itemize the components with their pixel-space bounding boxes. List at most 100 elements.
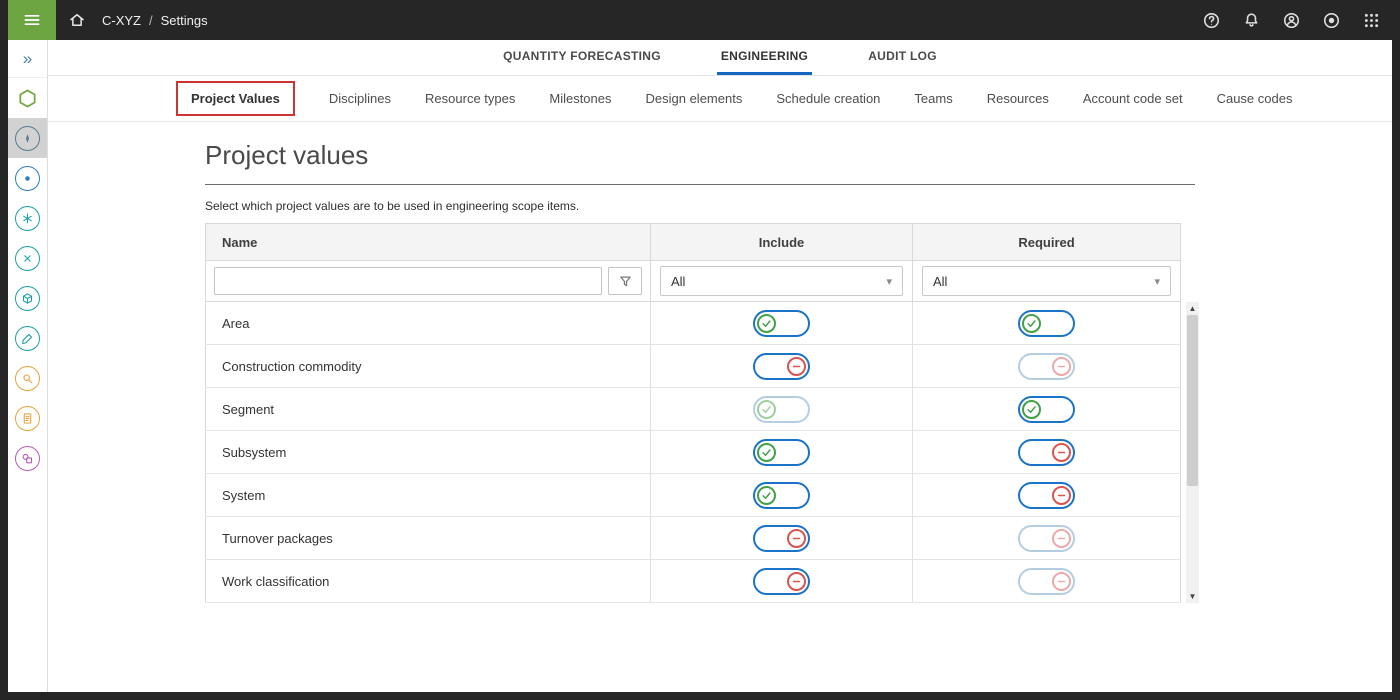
notifications-bell-button[interactable]: [1236, 5, 1266, 35]
main-menu-button[interactable]: [8, 0, 56, 40]
toggle-state-icon: [1022, 314, 1041, 333]
scrollbar-down-arrow[interactable]: ▼: [1186, 590, 1199, 603]
column-header-required: Required: [913, 224, 1181, 261]
window-frame: C-XYZ / Settings » QUANTITY FORECASTING E…: [0, 0, 1400, 700]
page-title: Project values: [205, 140, 1392, 171]
sidebar-item-document[interactable]: [8, 398, 47, 438]
toggle-state-icon: [787, 357, 806, 376]
notifications-bell-icon: [1242, 11, 1261, 30]
sidebar-item-target[interactable]: [8, 158, 47, 198]
required-toggle[interactable]: [1018, 353, 1075, 380]
toggle-state-icon: [757, 486, 776, 505]
include-toggle[interactable]: [753, 525, 810, 552]
breadcrumb-page[interactable]: Settings: [161, 13, 208, 28]
subtab-resources[interactable]: Resources: [987, 91, 1049, 106]
shapes-icon: [21, 452, 34, 465]
scrollbar-track[interactable]: [1186, 315, 1199, 590]
toggle-state-icon: [757, 400, 776, 419]
sidebar-item-magnifier[interactable]: [8, 358, 47, 398]
required-toggle[interactable]: [1018, 310, 1075, 337]
toggle-state-icon: [1052, 529, 1071, 548]
tab-engineering[interactable]: ENGINEERING: [717, 40, 812, 75]
tab-quantity-forecasting[interactable]: QUANTITY FORECASTING: [499, 40, 665, 75]
home-button[interactable]: [56, 0, 98, 40]
sidebar-item-cross[interactable]: [8, 238, 47, 278]
settings-tabs: Project Values Disciplines Resource types M…: [48, 76, 1392, 122]
subtab-cause-codes[interactable]: Cause codes: [1217, 91, 1293, 106]
required-toggle[interactable]: [1018, 439, 1075, 466]
toggle-state-icon: [757, 314, 776, 333]
row-name: Turnover packages: [222, 531, 333, 546]
table-row: Subsystem: [206, 431, 1181, 474]
sidebar-item-compass[interactable]: [8, 118, 47, 158]
row-name: Construction commodity: [222, 359, 361, 374]
subtab-disciplines[interactable]: Disciplines: [329, 91, 391, 106]
sidebar-item-asterisk[interactable]: [8, 198, 47, 238]
apps-grid-button[interactable]: [1356, 5, 1386, 35]
row-name: Area: [222, 316, 249, 331]
subtab-account-code-set[interactable]: Account code set: [1083, 91, 1183, 106]
column-header-include: Include: [651, 224, 913, 261]
sidebar-item-pen[interactable]: [8, 318, 47, 358]
scrollbar-up-arrow[interactable]: ▲: [1186, 302, 1199, 315]
name-filter-input[interactable]: [214, 267, 602, 295]
toggle-state-icon: [757, 443, 776, 462]
subtab-schedule-creation[interactable]: Schedule creation: [776, 91, 880, 106]
module-tabs: QUANTITY FORECASTING ENGINEERING AUDIT LOG: [48, 40, 1392, 76]
help-button[interactable]: [1196, 5, 1226, 35]
table-row: Work classification: [206, 560, 1181, 603]
topbar-actions: [1196, 5, 1392, 35]
account-button[interactable]: [1276, 5, 1306, 35]
breadcrumb-project[interactable]: C-XYZ: [102, 13, 141, 28]
logo-button[interactable]: [1316, 5, 1346, 35]
sidebar-item-cube[interactable]: [8, 278, 47, 318]
include-toggle[interactable]: [753, 482, 810, 509]
include-toggle[interactable]: [753, 353, 810, 380]
filter-button[interactable]: [608, 267, 642, 295]
compass-icon: [21, 132, 34, 145]
main-content: QUANTITY FORECASTING ENGINEERING AUDIT LOG…: [48, 40, 1392, 692]
document-icon: [21, 412, 34, 425]
required-toggle[interactable]: [1018, 396, 1075, 423]
include-toggle[interactable]: [753, 568, 810, 595]
include-toggle[interactable]: [753, 310, 810, 337]
chevron-double-right-icon: »: [23, 49, 32, 69]
required-filter-dropdown[interactable]: All ▾: [922, 266, 1171, 296]
required-toggle[interactable]: [1018, 525, 1075, 552]
subtab-resource-types[interactable]: Resource types: [425, 91, 515, 106]
logo-icon: [1322, 11, 1341, 30]
toggle-state-icon: [1052, 486, 1071, 505]
funnel-icon: [618, 274, 633, 289]
include-filter-dropdown[interactable]: All ▾: [660, 266, 903, 296]
sidebar-expand-button[interactable]: »: [8, 40, 47, 78]
column-header-name: Name: [206, 224, 651, 261]
asterisk-icon: [21, 212, 34, 225]
account-icon: [1282, 11, 1301, 30]
breadcrumb: C-XYZ / Settings: [102, 13, 208, 28]
toggle-state-icon: [1052, 572, 1071, 591]
subtab-teams[interactable]: Teams: [914, 91, 952, 106]
table-scrollbar[interactable]: ▲ ▼: [1186, 302, 1199, 603]
row-name: Segment: [222, 402, 274, 417]
required-toggle[interactable]: [1018, 482, 1075, 509]
toggle-state-icon: [787, 529, 806, 548]
scrollbar-thumb[interactable]: [1187, 315, 1198, 486]
required-toggle[interactable]: [1018, 568, 1075, 595]
subtab-design-elements[interactable]: Design elements: [646, 91, 743, 106]
include-toggle[interactable]: [753, 439, 810, 466]
pen-icon: [21, 332, 34, 345]
tab-audit-log[interactable]: AUDIT LOG: [864, 40, 941, 75]
sidebar-item-shapes[interactable]: [8, 438, 47, 478]
topbar: C-XYZ / Settings: [8, 0, 1392, 40]
table-row: System: [206, 474, 1181, 517]
home-icon: [68, 11, 86, 29]
include-toggle[interactable]: [753, 396, 810, 423]
target-icon: [21, 172, 34, 185]
sidebar-item-hexagon[interactable]: [8, 78, 47, 118]
table-row: Turnover packages: [206, 517, 1181, 560]
subtab-milestones[interactable]: Milestones: [549, 91, 611, 106]
hamburger-icon: [22, 10, 42, 30]
toggle-state-icon: [1022, 400, 1041, 419]
subtab-project-values[interactable]: Project Values: [176, 81, 295, 116]
include-filter-value: All: [671, 274, 685, 289]
